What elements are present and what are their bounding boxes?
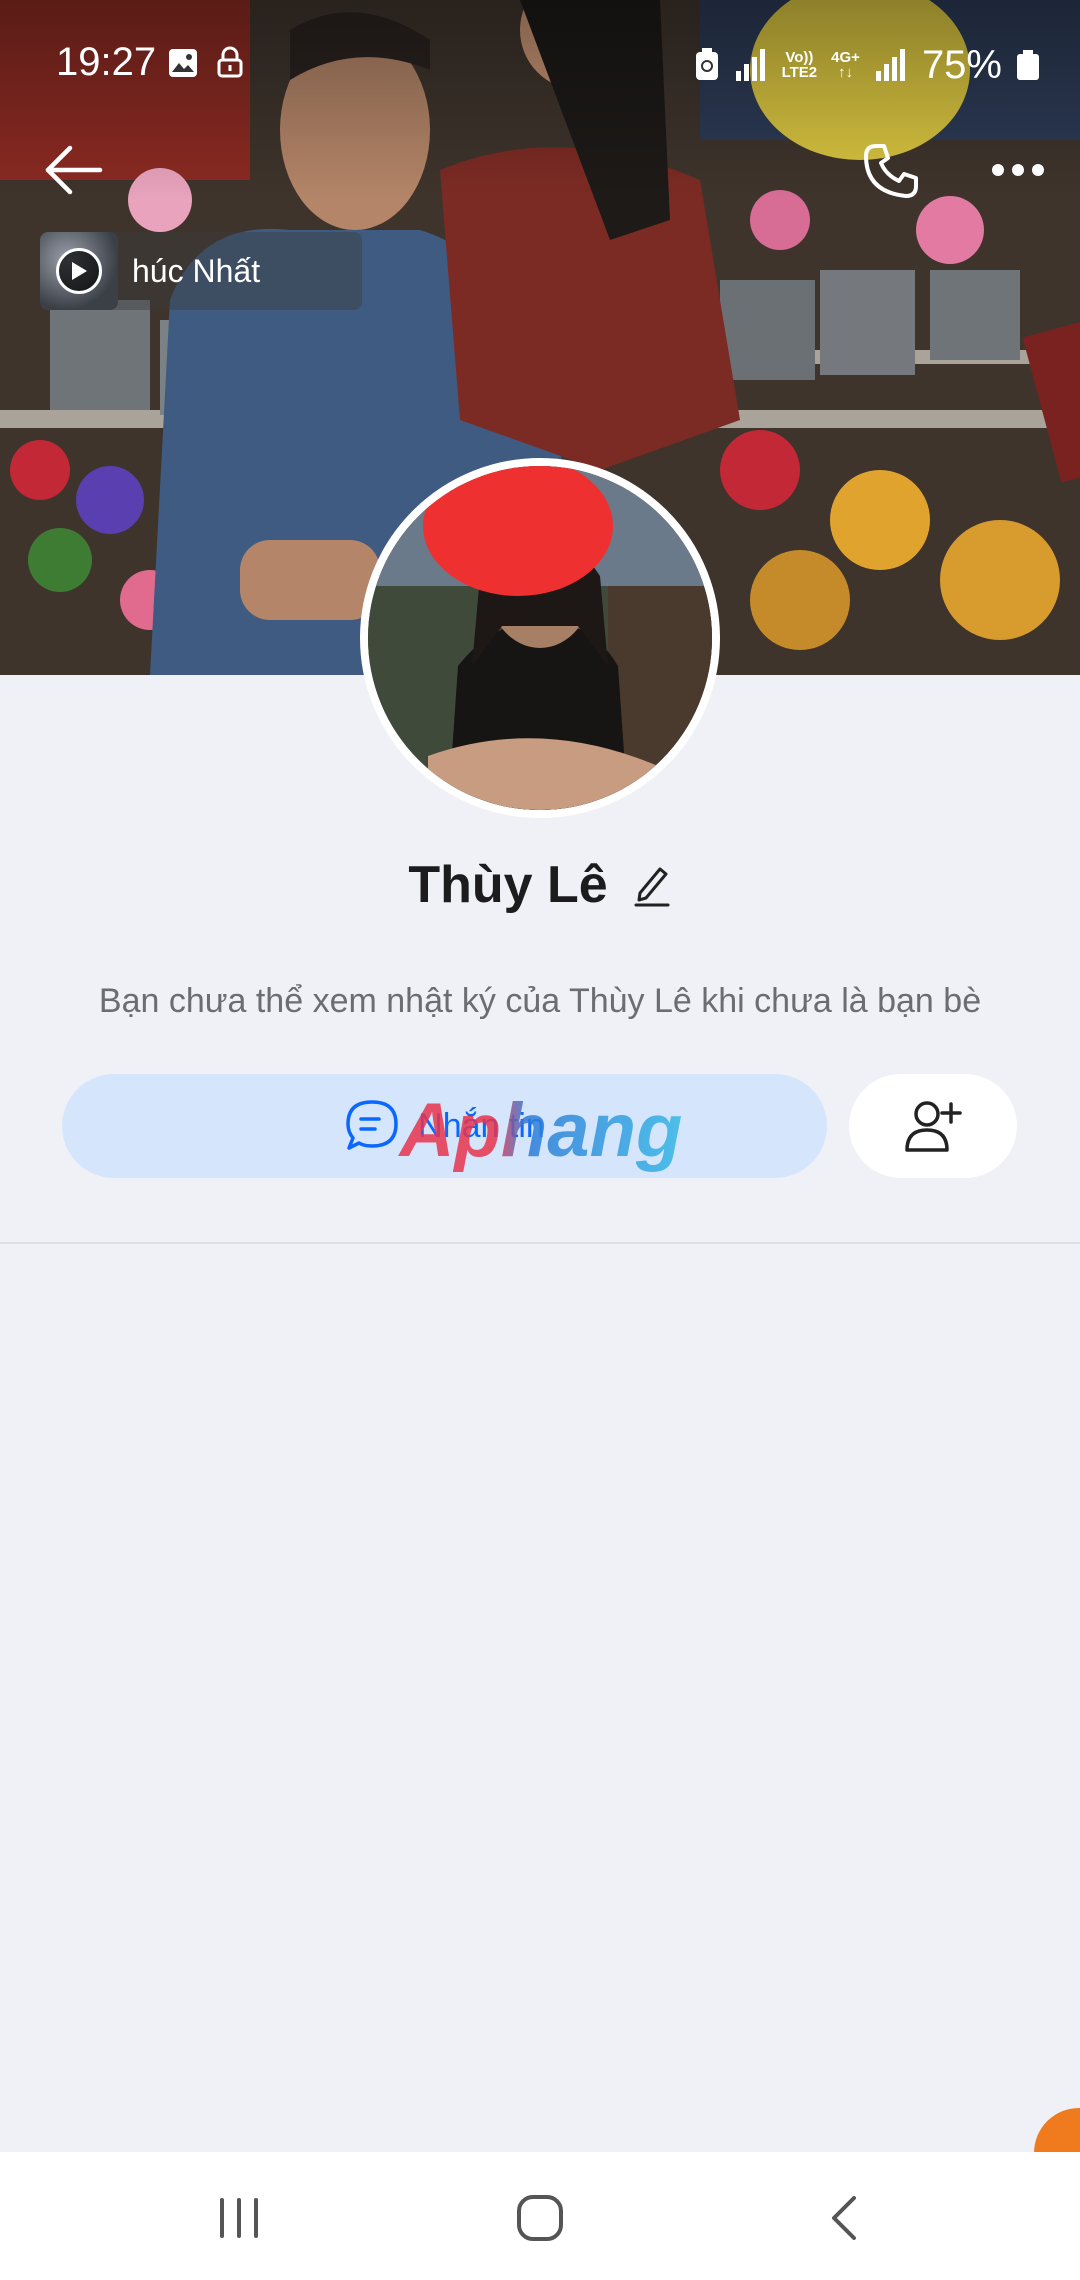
chat-icon <box>346 1100 398 1150</box>
nav-back-icon[interactable] <box>826 2194 862 2242</box>
home-icon[interactable] <box>516 2194 564 2242</box>
battery-percent: 75% <box>921 42 1002 87</box>
phone-icon[interactable] <box>862 142 920 200</box>
profile-music-chip[interactable]: húc Nhất <box>40 232 362 310</box>
profile-name: Thùy Lê <box>408 856 608 914</box>
image-icon <box>169 49 197 77</box>
signal-icon-2 <box>875 49 905 81</box>
signal-icon-1 <box>735 49 765 81</box>
network-top: Vo)) <box>785 49 814 66</box>
system-nav-bar <box>0 2152 1080 2280</box>
data-arrows-icon: ↑↓ <box>838 64 854 81</box>
play-icon[interactable] <box>56 248 102 294</box>
edit-icon[interactable] <box>632 863 672 907</box>
status-bar: 19:27 Vo)) LTE2 4G+ ↑↓ 75% <box>0 0 1080 120</box>
battery-saver-icon <box>695 48 718 80</box>
divider <box>0 1242 1080 1244</box>
profile-screen: 19:27 Vo)) LTE2 4G+ ↑↓ 75% húc Nhất Thùy… <box>0 0 1080 2280</box>
battery-icon <box>1017 50 1039 80</box>
status-time: 19:27 <box>56 40 157 84</box>
avatar-image <box>368 466 712 810</box>
add-friend-button[interactable] <box>849 1074 1017 1178</box>
message-button[interactable]: Nhắn tin <box>62 1074 827 1178</box>
status-right: Vo)) LTE2 4G+ ↑↓ 75% <box>694 40 1040 90</box>
avatar[interactable] <box>360 458 720 818</box>
add-friend-icon <box>905 1101 962 1152</box>
more-icon[interactable] <box>990 150 1046 190</box>
profile-name-row: Thùy Lê <box>0 850 1080 920</box>
data-type: 4G+ ↑↓ <box>831 50 860 80</box>
data-type-label: 4G+ <box>831 49 860 66</box>
network-label: Vo)) LTE2 <box>782 50 818 80</box>
music-title: húc Nhất <box>132 252 261 289</box>
privacy-notice: Bạn chưa thể xem nhật ký của Thùy Lê khi… <box>98 982 982 1020</box>
recents-icon[interactable] <box>214 2198 264 2238</box>
network-bottom: LTE2 <box>781 64 818 81</box>
message-button-label: Nhắn tin <box>418 1106 545 1145</box>
music-thumbnail <box>40 232 118 310</box>
lock-icon <box>217 46 243 78</box>
back-arrow-icon[interactable] <box>40 140 106 200</box>
